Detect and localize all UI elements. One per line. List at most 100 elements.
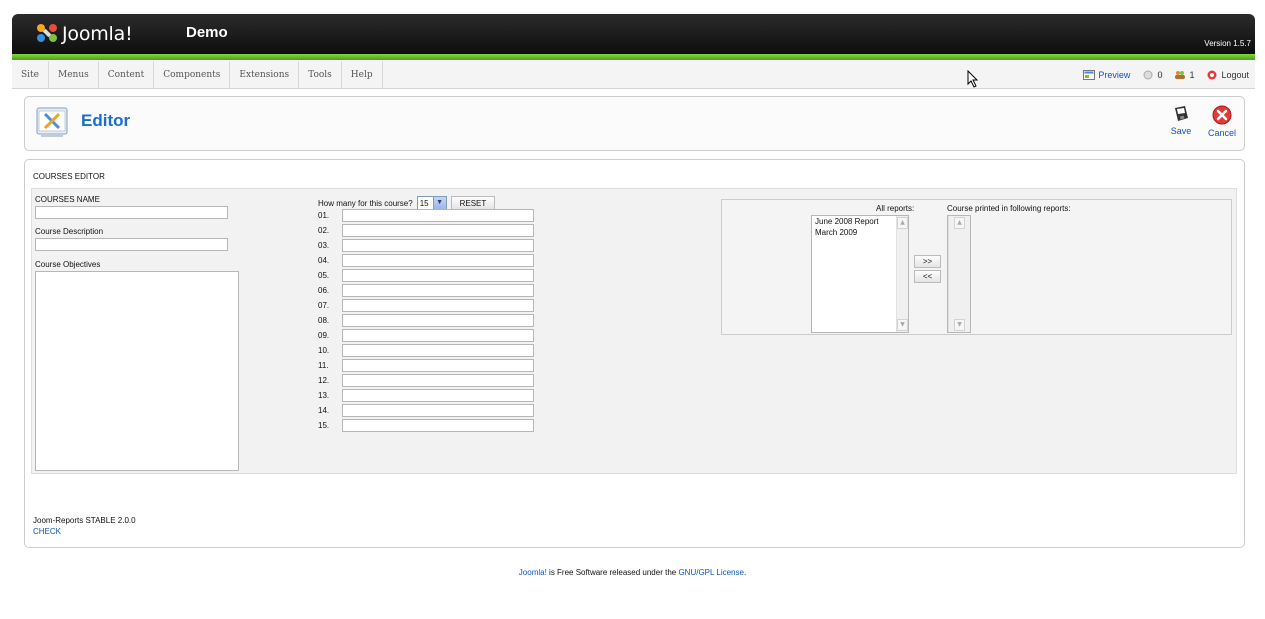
printed-reports-list[interactable]: ▲ ▼ bbox=[947, 215, 971, 333]
credits-suffix: . bbox=[743, 568, 747, 577]
row-input[interactable] bbox=[342, 314, 534, 327]
section-title: COURSES EDITOR bbox=[33, 172, 105, 181]
page-title: Editor bbox=[81, 111, 131, 130]
cancel-button[interactable]: Cancel bbox=[1203, 105, 1241, 145]
scrollbar[interactable]: ▲ ▼ bbox=[896, 216, 908, 332]
editor-icon bbox=[36, 107, 68, 137]
row-input[interactable] bbox=[342, 209, 534, 222]
remove-report-button[interactable]: << bbox=[914, 270, 941, 283]
editor-panel: COURSES EDITOR COURSES NAME Course Descr… bbox=[24, 159, 1245, 548]
row-input[interactable] bbox=[342, 299, 534, 312]
numbered-row: 05. bbox=[318, 268, 538, 283]
list-item[interactable]: March 2009 bbox=[812, 227, 908, 238]
users-icon bbox=[1175, 71, 1186, 79]
row-number: 09. bbox=[318, 331, 330, 340]
menu-item-tools[interactable]: Tools bbox=[299, 61, 342, 89]
row-input[interactable] bbox=[342, 374, 534, 387]
status-area: Preview 0 1 Logout bbox=[1083, 61, 1249, 89]
joomla-link[interactable]: Joomla! bbox=[519, 568, 547, 577]
all-reports-label: All reports: bbox=[876, 204, 915, 213]
numbered-row: 08. bbox=[318, 313, 538, 328]
row-number: 06. bbox=[318, 286, 330, 295]
brand-name: Joomla! bbox=[62, 23, 133, 45]
users-count: 1 bbox=[1189, 70, 1195, 80]
courses-name-label: COURSES NAME bbox=[35, 195, 100, 204]
mouse-cursor-icon bbox=[967, 70, 979, 88]
license-link[interactable]: GNU/GPL License bbox=[678, 568, 744, 577]
all-reports-list[interactable]: June 2008 Report March 2009 ▲ ▼ bbox=[811, 215, 909, 333]
row-input[interactable] bbox=[342, 419, 534, 432]
main-menu: Site Menus Content Components Extensions… bbox=[12, 61, 383, 89]
row-number: 01. bbox=[318, 211, 330, 220]
reports-box: All reports: Course printed in following… bbox=[721, 199, 1232, 335]
numbered-row: 13. bbox=[318, 388, 538, 403]
preview-label: Preview bbox=[1098, 70, 1131, 80]
row-number: 15. bbox=[318, 421, 330, 430]
joomla-logo-icon bbox=[37, 24, 57, 42]
row-input[interactable] bbox=[342, 389, 534, 402]
messages-icon bbox=[1143, 70, 1153, 80]
cancel-label: Cancel bbox=[1207, 128, 1236, 138]
scroll-up-icon[interactable]: ▲ bbox=[897, 217, 908, 229]
row-input[interactable] bbox=[342, 269, 534, 282]
save-label: Save bbox=[1170, 126, 1192, 136]
numbered-row: 11. bbox=[318, 358, 538, 373]
row-input[interactable] bbox=[342, 404, 534, 417]
preview-link[interactable]: Preview bbox=[1083, 70, 1130, 80]
menu-item-components[interactable]: Components bbox=[154, 61, 231, 89]
row-number: 04. bbox=[318, 256, 330, 265]
scroll-down-icon[interactable]: ▼ bbox=[954, 319, 965, 331]
menu-item-site[interactable]: Site bbox=[12, 61, 49, 89]
row-input[interactable] bbox=[342, 344, 534, 357]
menu-item-menus[interactable]: Menus bbox=[49, 61, 99, 89]
menu-item-content[interactable]: Content bbox=[99, 61, 155, 89]
numbered-row: 03. bbox=[318, 238, 538, 253]
cancel-icon bbox=[1212, 105, 1232, 125]
scroll-down-icon[interactable]: ▼ bbox=[897, 319, 908, 331]
row-input[interactable] bbox=[342, 239, 534, 252]
messages-status[interactable]: 0 bbox=[1142, 70, 1162, 80]
numbered-row: 15. bbox=[318, 418, 538, 433]
courses-name-input[interactable] bbox=[35, 206, 228, 219]
logout-link[interactable]: Logout bbox=[1206, 70, 1249, 80]
add-report-button[interactable]: >> bbox=[914, 255, 941, 268]
objectives-label: Course Objectives bbox=[35, 260, 101, 269]
version-label: Version 1.5.7 bbox=[1204, 39, 1251, 48]
preview-icon bbox=[1083, 70, 1096, 80]
save-icon bbox=[1175, 106, 1188, 121]
component-version: Joom-Reports STABLE 2.0.0 bbox=[33, 516, 136, 525]
numbered-row: 12. bbox=[318, 373, 538, 388]
numbered-row: 02. bbox=[318, 223, 538, 238]
menu-item-extensions[interactable]: Extensions bbox=[230, 61, 300, 89]
scroll-up-icon[interactable]: ▲ bbox=[954, 217, 965, 229]
how-many-label: How many for this course? bbox=[318, 198, 413, 208]
objectives-textarea[interactable] bbox=[35, 271, 239, 471]
description-input[interactable] bbox=[35, 238, 228, 251]
logout-icon bbox=[1207, 70, 1217, 80]
row-input[interactable] bbox=[342, 284, 534, 297]
logout-label: Logout bbox=[1221, 70, 1249, 80]
printed-reports-label: Course printed in following reports: bbox=[947, 204, 1071, 213]
row-number: 12. bbox=[318, 376, 330, 385]
row-number: 02. bbox=[318, 226, 330, 235]
row-number: 03. bbox=[318, 241, 330, 250]
row-input[interactable] bbox=[342, 359, 534, 372]
numbered-row: 06. bbox=[318, 283, 538, 298]
row-input[interactable] bbox=[342, 254, 534, 267]
scrollbar[interactable]: ▲ ▼ bbox=[948, 216, 970, 332]
users-status[interactable]: 1 bbox=[1174, 70, 1194, 80]
check-link[interactable]: CHECK bbox=[33, 527, 61, 536]
course-form: COURSES NAME Course Description Course O… bbox=[31, 188, 1237, 474]
list-item[interactable]: June 2008 Report bbox=[812, 216, 908, 227]
numbered-row: 10. bbox=[318, 343, 538, 358]
messages-count: 0 bbox=[1157, 70, 1163, 80]
row-input[interactable] bbox=[342, 329, 534, 342]
menu-item-help[interactable]: Help bbox=[342, 61, 383, 89]
numbered-row: 04. bbox=[318, 253, 538, 268]
app-header: Joomla! Demo Version 1.5.7 bbox=[12, 14, 1255, 54]
numbered-row: 09. bbox=[318, 328, 538, 343]
save-button[interactable]: Save bbox=[1162, 105, 1200, 145]
row-input[interactable] bbox=[342, 224, 534, 237]
how-many-value: 15 bbox=[419, 198, 429, 208]
credits-text: is Free Software released under the bbox=[546, 568, 679, 577]
